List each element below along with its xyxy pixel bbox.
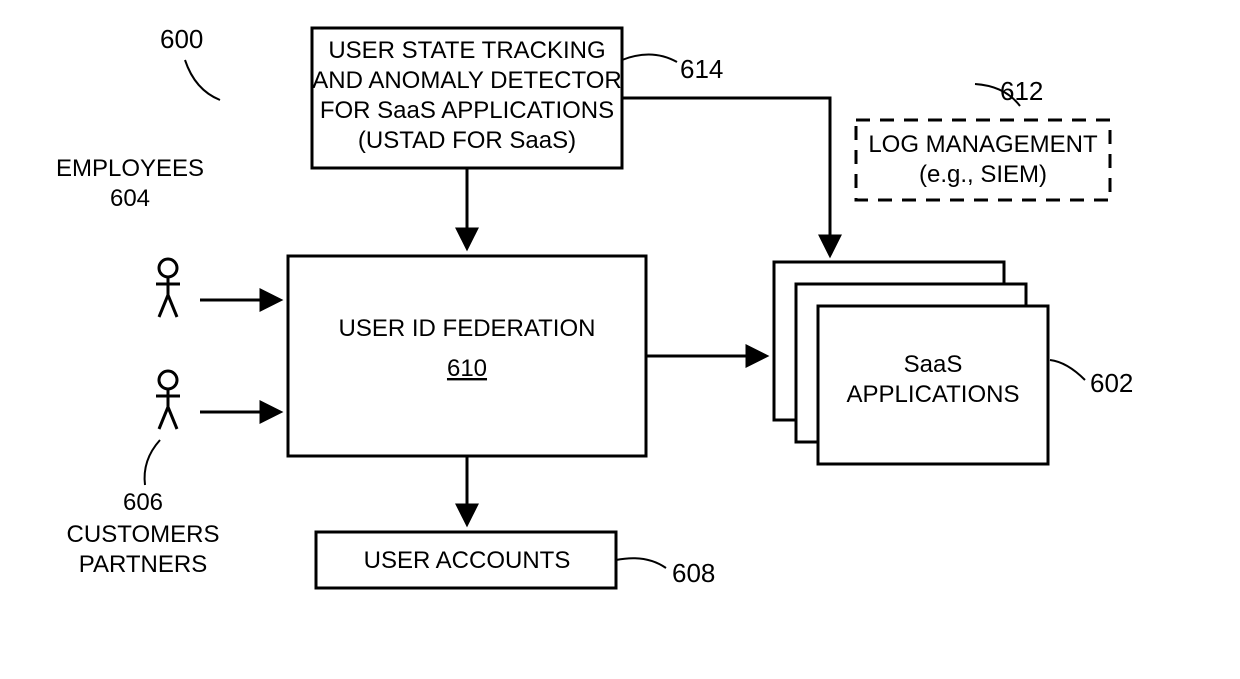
leader-600 xyxy=(185,60,220,100)
federation-ref: 610 xyxy=(447,355,487,382)
leader-606 xyxy=(145,440,160,485)
saas-line1: SaaS xyxy=(904,351,963,378)
leader-602 xyxy=(1050,360,1085,380)
ref-608: 608 xyxy=(672,558,715,588)
partners-label: PARTNERS xyxy=(79,551,207,578)
customers-label: CUSTOMERS xyxy=(67,521,220,548)
ustad-line2: AND ANOMALY DETECTOR xyxy=(312,67,621,94)
connector-ustad-to-log xyxy=(622,98,830,120)
employee-icon xyxy=(156,259,180,317)
employees-label: EMPLOYEES xyxy=(56,155,204,182)
customer-icon xyxy=(156,371,180,429)
figure-number: 600 xyxy=(160,24,203,54)
ustad-line4: (USTAD FOR SaaS) xyxy=(358,127,576,154)
ref-612: 612 xyxy=(1000,76,1043,106)
ref-606: 606 xyxy=(123,489,163,516)
employees-ref: 604 xyxy=(110,185,150,212)
leader-608 xyxy=(616,558,666,568)
ref-614: 614 xyxy=(680,54,723,84)
saas-line2: APPLICATIONS xyxy=(847,381,1020,408)
architecture-diagram: 600 USER STATE TRACKING AND ANOMALY DETE… xyxy=(0,0,1240,679)
ustad-line3: FOR SaaS APPLICATIONS xyxy=(320,97,614,124)
federation-title: USER ID FEDERATION xyxy=(339,315,596,342)
log-line2: (e.g., SIEM) xyxy=(919,161,1047,188)
log-line1: LOG MANAGEMENT xyxy=(868,131,1098,158)
accounts-title: USER ACCOUNTS xyxy=(364,547,571,574)
ustad-line1: USER STATE TRACKING xyxy=(328,37,605,64)
ref-602: 602 xyxy=(1090,368,1133,398)
leader-614 xyxy=(622,54,677,62)
